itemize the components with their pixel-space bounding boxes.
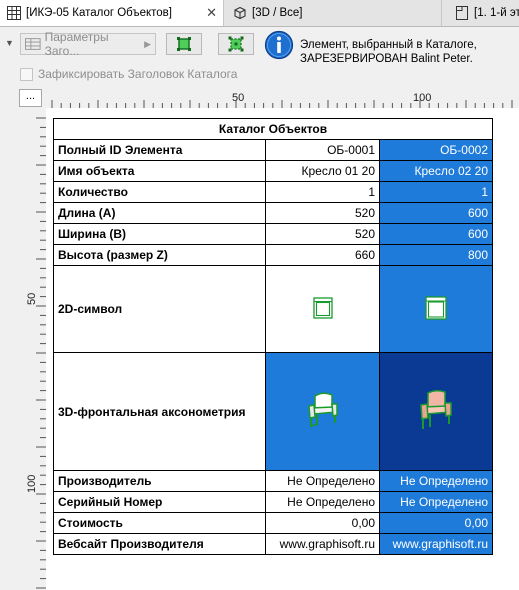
- cell-object-1[interactable]: 520: [265, 223, 380, 245]
- row-label: 3D-фронтальная аксонометрия: [53, 352, 266, 471]
- cell-object-2[interactable]: www.graphisoft.ru: [379, 533, 493, 555]
- cell-object-2[interactable]: 600: [379, 223, 493, 245]
- catalog-title: Каталог Объектов: [53, 118, 493, 140]
- cell-object-2[interactable]: ОБ-0002: [379, 139, 493, 161]
- row-label: Вебсайт Производителя: [53, 533, 266, 555]
- row-label: Полный ID Элемента: [53, 139, 266, 161]
- table-row[interactable]: Стоимость 0,00 0,00: [53, 512, 493, 534]
- tab-catalog[interactable]: [ИКЭ-05 Каталог Объектов] ✕: [0, 0, 224, 26]
- cell-object-2[interactable]: Не Определено: [379, 470, 493, 492]
- parameters-icon: [25, 38, 41, 50]
- cell-object-1[interactable]: www.graphisoft.ru: [265, 533, 380, 555]
- table-row-3d-axonometry[interactable]: 3D-фронтальная аксонометрия: [53, 352, 493, 471]
- cell-object-2-2d[interactable]: [379, 265, 493, 353]
- chair-2d-symbol-icon: [312, 296, 333, 319]
- cell-object-1[interactable]: Кресло 01 20: [265, 160, 380, 182]
- cell-object-2[interactable]: 800: [379, 244, 493, 266]
- cell-object-1-2d[interactable]: [265, 265, 380, 353]
- table-header-row: Каталог Объектов: [53, 118, 493, 140]
- cell-object-1[interactable]: 0,00: [265, 512, 380, 534]
- close-icon[interactable]: ✕: [206, 5, 217, 21]
- title-parameters-button[interactable]: Параметры Заго... ▶: [20, 30, 156, 58]
- row-label: Производитель: [53, 470, 266, 492]
- cell-object-1-3d[interactable]: [265, 352, 380, 471]
- table-row[interactable]: Вебсайт Производителя www.graphisoft.ru …: [53, 533, 493, 555]
- fix-header-checkbox-row[interactable]: Зафиксировать Заголовок Каталога: [20, 67, 237, 81]
- row-label: Высота (размер Z): [53, 244, 266, 266]
- armchair-3d-icon: [420, 389, 452, 429]
- chevron-right-icon: ▶: [144, 38, 151, 49]
- table-icon: [7, 6, 21, 20]
- dropdown-arrow-icon[interactable]: ▼: [5, 38, 14, 48]
- select-element-button[interactable]: [166, 33, 202, 55]
- cell-object-2[interactable]: 1: [379, 181, 493, 203]
- row-label: Имя объекта: [53, 160, 266, 182]
- cell-object-1[interactable]: 1: [265, 181, 380, 203]
- table-row[interactable]: Имя объекта Кресло 01 20 Кресло 02 20: [53, 160, 493, 182]
- cell-object-2-3d[interactable]: [379, 352, 493, 471]
- cell-object-2[interactable]: 600: [379, 202, 493, 224]
- cell-object-1[interactable]: 660: [265, 244, 380, 266]
- table-row[interactable]: Высота (размер Z) 660 800: [53, 244, 493, 266]
- row-label: Длина (А): [53, 202, 266, 224]
- ruler-label: 50: [26, 293, 38, 305]
- select-all-button[interactable]: [218, 33, 254, 55]
- cell-object-2[interactable]: Не Определено: [379, 491, 493, 513]
- row-label: 2D-символ: [53, 265, 266, 353]
- floorplan-icon: [456, 6, 468, 20]
- row-label: Серийный Номер: [53, 491, 266, 513]
- ruler-label: 50: [232, 92, 244, 104]
- table-row[interactable]: Производитель Не Определено Не Определен…: [53, 470, 493, 492]
- cell-object-1[interactable]: Не Определено: [265, 491, 380, 513]
- fix-header-checkbox[interactable]: [20, 67, 33, 81]
- horizontal-ruler: 50 100: [51, 92, 513, 108]
- row-label: Ширина (В): [53, 223, 266, 245]
- row-label: Стоимость: [53, 512, 266, 534]
- tab-label: [ИКЭ-05 Каталог Объектов]: [26, 7, 172, 19]
- select-marquee-icon: [228, 36, 244, 52]
- armchair-3d-icon: [307, 392, 338, 427]
- table-row[interactable]: Количество 1 1: [53, 181, 493, 203]
- cell-object-1[interactable]: Не Определено: [265, 470, 380, 492]
- cube-icon: [234, 6, 246, 20]
- tab-label: [3D / Все]: [252, 7, 303, 19]
- object-catalog-table: Каталог Объектов Полный ID Элемента ОБ-0…: [53, 118, 493, 555]
- ruler-label: 100: [26, 475, 38, 493]
- reservation-info-message: Элемент, выбранный в Каталоге, ЗАРЕЗЕРВИ…: [300, 39, 477, 65]
- chair-2d-symbol-icon: [425, 295, 447, 320]
- cell-object-1[interactable]: ОБ-0001: [265, 139, 380, 161]
- select-frame-icon: [177, 37, 191, 51]
- table-row[interactable]: Длина (А) 520 600: [53, 202, 493, 224]
- cell-object-1[interactable]: 520: [265, 202, 380, 224]
- fix-header-label: Зафиксировать Заголовок Каталога: [38, 67, 238, 81]
- vertical-ruler: 50 100: [26, 117, 46, 589]
- cell-object-2[interactable]: Кресло 02 20: [379, 160, 493, 182]
- tab-bar: [ИКЭ-05 Каталог Объектов] ✕ [3D / Все] […: [0, 0, 519, 27]
- table-row-2d-symbol[interactable]: 2D-символ: [53, 265, 493, 353]
- table-row[interactable]: Ширина (В) 520 600: [53, 223, 493, 245]
- tab-label: [1. 1-й эт: [474, 7, 519, 19]
- info-icon: [264, 30, 294, 60]
- tab-3d-view[interactable]: [3D / Все]: [226, 0, 442, 26]
- toolbar: ▼ Параметры Заго... ▶ Элемент, выбранный…: [0, 27, 519, 89]
- ruler-label: 100: [413, 92, 431, 104]
- table-row[interactable]: Серийный Номер Не Определено Не Определе…: [53, 491, 493, 513]
- params-label: Параметры Заго...: [44, 30, 109, 58]
- table-row[interactable]: Полный ID Элемента ОБ-0001 ОБ-0002: [53, 139, 493, 161]
- cell-object-2[interactable]: 0,00: [379, 512, 493, 534]
- tab-floor-plan[interactable]: [1. 1-й эт: [448, 0, 519, 26]
- row-label: Количество: [53, 181, 266, 203]
- ruler-corner-button[interactable]: ...: [19, 89, 42, 107]
